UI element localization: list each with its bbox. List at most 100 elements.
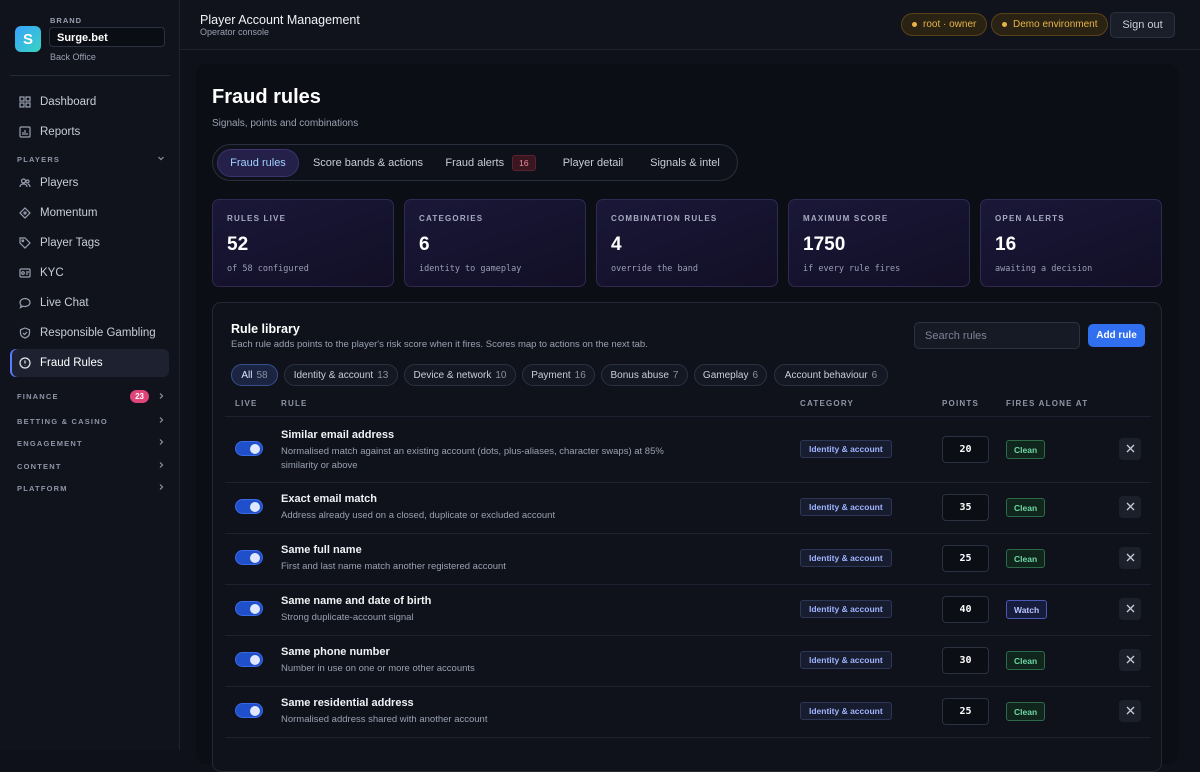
rule-description: Normalised address shared with another a… (281, 714, 488, 725)
delete-rule-button[interactable] (1119, 438, 1141, 460)
chevron-right-icon (157, 438, 165, 448)
rule-library-card: Rule library Each rule adds points to th… (212, 302, 1162, 772)
tab-player-detail[interactable]: Player detail (553, 149, 633, 177)
filter-chip-account-behaviour[interactable]: Account behaviour 6 (774, 364, 888, 386)
section-label: ENGAGEMENT (17, 438, 83, 448)
filter-chip-gameplay[interactable]: Gameplay 6 (694, 364, 767, 386)
rule-name: Same phone number (281, 646, 390, 658)
chip-count: 13 (377, 369, 389, 381)
delete-rule-button[interactable] (1119, 547, 1141, 569)
rule-name: Same full name (281, 544, 362, 556)
rule-category-badge: Identity & account (800, 549, 892, 567)
stat-value: 16 (995, 234, 1017, 255)
tab-fraud-alerts[interactable]: Fraud alerts 16 (439, 149, 542, 177)
rule-library-title: Rule library (231, 322, 300, 336)
rule-points-input[interactable]: 25 (942, 698, 989, 725)
search-rules-input[interactable] (914, 322, 1080, 349)
chip-label: Bonus abuse (610, 369, 669, 381)
sidebar-item-dashboard[interactable]: Dashboard (10, 88, 169, 116)
main-panel: Fraud rules Signals, points and combinat… (196, 64, 1178, 772)
chevron-right-icon (157, 392, 165, 402)
delete-rule-button[interactable] (1119, 649, 1141, 671)
rule-points-input[interactable]: 30 (942, 647, 989, 674)
rule-live-toggle[interactable] (235, 652, 263, 667)
section-label: BETTING & CASINO (17, 416, 108, 426)
sidebar-item-label: Dashboard (40, 96, 97, 108)
toggle-knob (250, 655, 260, 665)
filter-chip-bonus-abuse[interactable]: Bonus abuse 7 (601, 364, 688, 386)
section-label: PLAYERS (17, 154, 61, 164)
sidebar-section-engagement[interactable]: ENGAGEMENT (17, 438, 165, 448)
rule-points-input[interactable]: 25 (942, 545, 989, 572)
chevron-right-icon (157, 416, 165, 426)
sign-out-button[interactable]: Sign out (1110, 12, 1175, 38)
sidebar-section-content[interactable]: CONTENT (17, 461, 165, 471)
sidebar-item-fraud-rules[interactable]: Fraud Rules (10, 349, 169, 377)
rule-points-input[interactable]: 20 (942, 436, 989, 463)
rule-live-toggle[interactable] (235, 441, 263, 456)
tab-signals-intel[interactable]: Signals & intel (640, 149, 730, 177)
chip-count: 6 (871, 369, 878, 381)
rule-live-toggle[interactable] (235, 703, 263, 718)
delete-rule-button[interactable] (1119, 496, 1141, 518)
rule-name: Same residential address (281, 697, 414, 709)
brand-logo: S (15, 26, 41, 52)
stat-sub: of 58 configured (227, 264, 309, 274)
delete-rule-button[interactable] (1119, 700, 1141, 722)
table-row: Same name and date of birth Strong dupli… (213, 585, 1163, 635)
brand-caption: BRAND (50, 16, 83, 25)
close-icon (1126, 440, 1135, 458)
filter-chip-device[interactable]: Device & network 10 (404, 364, 516, 386)
sidebar-section-players[interactable]: PLAYERS (17, 154, 165, 164)
diamond-icon (19, 207, 31, 219)
sidebar-item-responsible-gambling[interactable]: Responsible Gambling (10, 319, 169, 347)
environment-tag[interactable]: Demo environment (991, 13, 1109, 36)
app-subtitle: Operator console (200, 27, 270, 37)
sidebar-item-live-chat[interactable]: Live Chat (10, 289, 169, 317)
stat-value: 6 (419, 234, 430, 255)
column-header-fires-alone: FIRES ALONE AT (1006, 399, 1089, 408)
rule-category-badge: Identity & account (800, 440, 892, 458)
sidebar-item-reports[interactable]: Reports (10, 118, 169, 146)
rule-category-badge: Identity & account (800, 702, 892, 720)
rule-points-input[interactable]: 35 (942, 494, 989, 521)
section-label: PLATFORM (17, 483, 68, 493)
sidebar-item-player-tags[interactable]: Player Tags (10, 229, 169, 257)
chip-count: 6 (752, 369, 759, 381)
chip-label: Identity & account (293, 369, 374, 381)
sidebar-section-finance[interactable]: FINANCE 23 (17, 390, 165, 403)
close-icon (1126, 651, 1135, 669)
stat-value: 1750 (803, 234, 846, 255)
tab-score-bands[interactable]: Score bands & actions (304, 149, 432, 177)
sidebar-section-betting-casino[interactable]: BETTING & CASINO (17, 416, 165, 426)
sidebar-item-label: Momentum (40, 207, 98, 219)
user-role-tag[interactable]: root · owner (901, 13, 988, 36)
sidebar-item-momentum[interactable]: Momentum (10, 199, 169, 227)
rule-name: Same name and date of birth (281, 595, 432, 607)
filter-chip-identity[interactable]: Identity & account 13 (284, 364, 398, 386)
sidebar-section-platform[interactable]: PLATFORM (17, 483, 165, 493)
rule-description: Normalised match against an existing acc… (281, 446, 664, 471)
stat-label: OPEN ALERTS (995, 214, 1065, 223)
filter-chip-payment[interactable]: Payment 16 (522, 364, 595, 386)
alerts-count-badge: 16 (512, 155, 536, 171)
add-rule-button[interactable]: Add rule (1088, 324, 1145, 347)
rule-live-toggle[interactable] (235, 601, 263, 616)
toggle-knob (250, 553, 260, 563)
sidebar-item-label: Player Tags (40, 237, 100, 249)
delete-rule-button[interactable] (1119, 598, 1141, 620)
tab-bar: Fraud rules Score bands & actions Fraud … (212, 144, 738, 181)
fires-alone-badge: Clean (1006, 651, 1046, 670)
filter-chip-all[interactable]: All 58 (231, 364, 278, 386)
close-icon (1126, 600, 1135, 618)
grid-icon (19, 96, 31, 108)
sidebar-item-kyc[interactable]: KYC (10, 259, 169, 287)
brand-selector[interactable]: Surge.bet (49, 27, 165, 47)
rule-live-toggle[interactable] (235, 499, 263, 514)
tab-fraud-rules[interactable]: Fraud rules (217, 149, 299, 177)
rule-points-input[interactable]: 40 (942, 596, 989, 623)
rule-live-toggle[interactable] (235, 550, 263, 565)
sidebar-item-players[interactable]: Players (10, 169, 169, 197)
chip-count: 10 (495, 369, 507, 381)
app-title: Player Account Management (200, 13, 360, 27)
